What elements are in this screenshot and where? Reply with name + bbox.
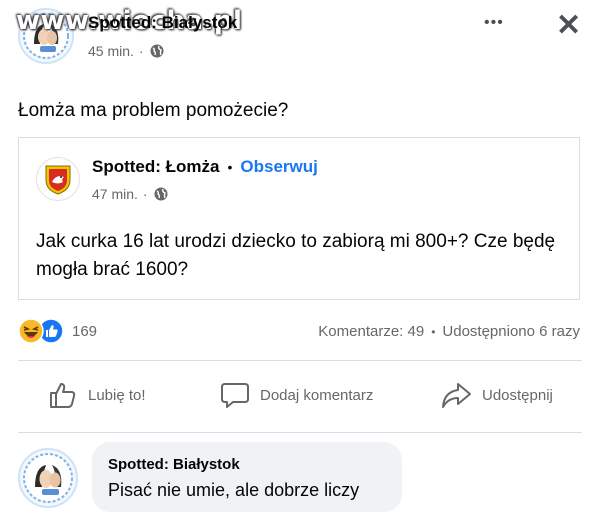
more-options-button[interactable]: •••	[484, 14, 504, 32]
follow-button[interactable]: Obserwuj	[240, 157, 317, 177]
divider	[18, 360, 582, 361]
haha-reaction-icon	[18, 318, 44, 344]
post-page-name[interactable]: Spotted: Białystok	[88, 13, 237, 33]
share-label: Udostępnij	[482, 386, 553, 404]
like-button[interactable]: Lubię to!	[48, 380, 146, 410]
like-label: Lubię to!	[88, 386, 146, 404]
share-button[interactable]: Udostępnij	[440, 380, 553, 410]
shared-time[interactable]: 47 min.	[92, 186, 138, 202]
avatar-illustration	[23, 453, 73, 503]
reactions-summary[interactable]: 169	[18, 318, 97, 344]
comment-label: Dodaj komentarz	[260, 386, 374, 404]
divider	[18, 432, 582, 433]
comments-count[interactable]: Komentarze: 49	[318, 323, 424, 340]
comment-bubble-icon	[220, 380, 250, 410]
shared-meta: 47 min. ·	[92, 186, 169, 202]
close-button[interactable]: ✕	[556, 8, 581, 43]
comment-button[interactable]: Dodaj komentarz	[220, 380, 373, 410]
comment-bubble[interactable]	[92, 442, 402, 512]
shares-count[interactable]: Udostępniono 6 razy	[442, 323, 580, 340]
post-meta: 45 min. ·	[88, 43, 165, 59]
shared-page-name[interactable]: Spotted: Łomża	[92, 157, 220, 177]
shared-post-text: Jak curka 16 lat urodzi dziecko to zabio…	[36, 231, 556, 280]
shared-page-avatar[interactable]	[36, 157, 80, 201]
header-dot: •	[227, 159, 233, 175]
post-text: Łomża ma problem pomożecie?	[18, 100, 289, 121]
globe-icon	[153, 186, 169, 202]
engagement-stats: Komentarze: 49 • Udostępniono 6 razy	[318, 323, 580, 340]
shared-header-line: Spotted: Łomża • Obserwuj	[92, 157, 318, 177]
stats-dot: •	[431, 324, 436, 339]
comment-author[interactable]: Spotted: Białystok	[108, 456, 240, 473]
shared-meta-separator: ·	[142, 186, 148, 202]
share-arrow-icon	[440, 380, 472, 410]
reactions-count: 169	[72, 322, 98, 340]
post-time[interactable]: 45 min.	[88, 43, 134, 59]
crest-icon	[45, 165, 71, 195]
commenter-avatar[interactable]	[18, 448, 78, 508]
thumbs-up-icon	[48, 380, 78, 410]
globe-icon	[149, 43, 165, 59]
comment-text: Pisać nie umie, ale dobrze liczy	[108, 480, 360, 500]
meta-separator: ·	[138, 43, 144, 59]
